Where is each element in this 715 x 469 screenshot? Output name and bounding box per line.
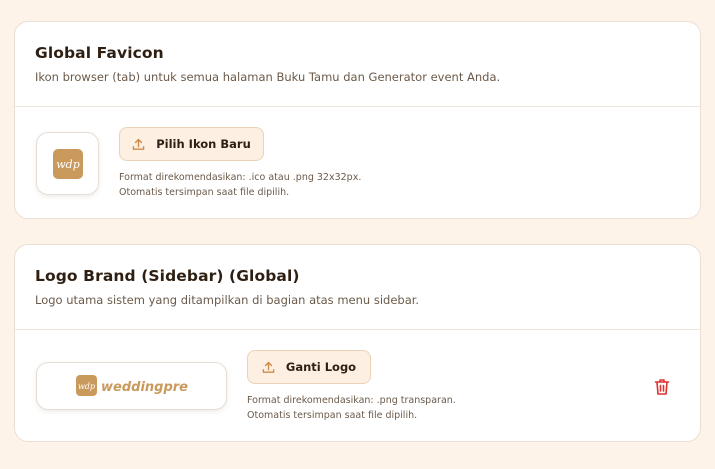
favicon-hint-autosave: Otomatis tersimpan saat file dipilih.	[119, 187, 290, 198]
favicon-image-text: wdp	[56, 158, 80, 171]
logo-image: wdp weddingpress	[75, 375, 188, 396]
upload-icon	[262, 361, 275, 373]
logo-card-title: Logo Brand (Sidebar) (Global)	[35, 267, 300, 285]
favicon-format-hint: Format direkomendasikan: .ico atau .png …	[119, 170, 361, 200]
favicon-image: wdp	[52, 148, 83, 179]
delete-logo-button[interactable]	[650, 375, 674, 399]
logo-wordmark-text: weddingpress	[101, 380, 188, 395]
logo-card: Logo Brand (Sidebar) (Global) Logo utama…	[14, 244, 701, 442]
logo-hint-autosave: Otomatis tersimpan saat file dipilih.	[247, 410, 418, 421]
favicon-card-subtitle: Ikon browser (tab) untuk semua halaman B…	[35, 70, 501, 84]
favicon-preview: wdp	[36, 132, 99, 195]
logo-format-hint: Format direkomendasikan: .png transparan…	[247, 393, 456, 423]
change-logo-button-label: Ganti Logo	[285, 360, 357, 374]
favicon-card-header: Global Favicon Ikon browser (tab) untuk …	[15, 22, 700, 107]
upload-icon	[132, 138, 145, 150]
favicon-card: Global Favicon Ikon browser (tab) untuk …	[14, 21, 701, 219]
choose-icon-button-label: Pilih Ikon Baru	[156, 137, 251, 151]
logo-card-header: Logo Brand (Sidebar) (Global) Logo utama…	[15, 245, 700, 330]
favicon-card-title: Global Favicon	[35, 44, 164, 62]
logo-mark-text: wdp	[77, 382, 94, 391]
trash-icon	[654, 379, 670, 395]
favicon-hint-format: Format direkomendasikan: .ico atau .png …	[119, 172, 362, 183]
choose-icon-button[interactable]: Pilih Ikon Baru	[119, 127, 264, 161]
logo-hint-format: Format direkomendasikan: .png transparan…	[247, 395, 456, 406]
change-logo-button[interactable]: Ganti Logo	[247, 350, 371, 384]
logo-preview: wdp weddingpress	[36, 362, 227, 410]
logo-card-subtitle: Logo utama sistem yang ditampilkan di ba…	[35, 293, 420, 307]
